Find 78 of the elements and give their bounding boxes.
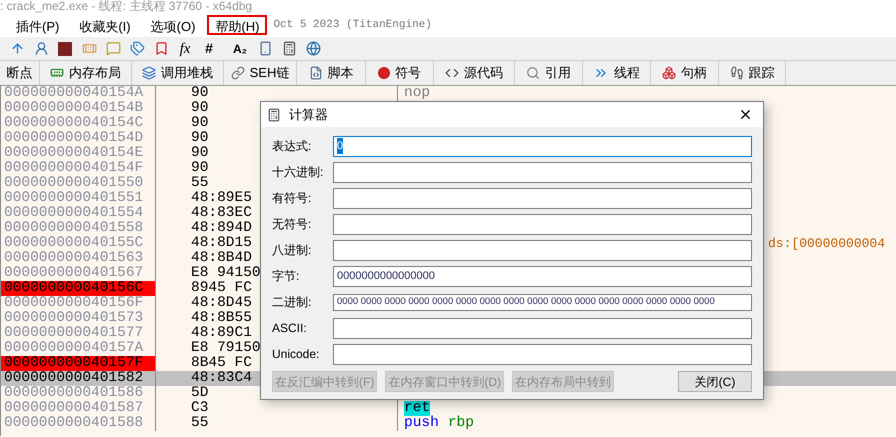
address-cell: 0000000000401577: [1, 326, 156, 341]
calculator-icon: [282, 41, 296, 56]
tab[interactable]: SEH链: [224, 61, 297, 85]
address-cell: 000000000040154A: [1, 86, 156, 101]
build-info: Oct 5 2023 (TitanEngine): [273, 18, 432, 33]
menu-item[interactable]: 插件(P): [8, 15, 68, 35]
calculator-icon: [267, 108, 281, 122]
tab[interactable]: 脚本: [297, 61, 366, 85]
chain-icon: [230, 66, 245, 80]
address-cell: 000000000040156C: [1, 281, 156, 296]
address-cell: 0000000000401588: [1, 416, 156, 431]
input-field[interactable]: 0000000000000000: [333, 266, 752, 286]
layers-icon: [142, 66, 156, 80]
phone-icon: [258, 41, 272, 56]
tab[interactable]: 内存布局: [40, 61, 132, 85]
address-cell: 0000000000401582: [1, 371, 156, 386]
address-cell: 000000000040154C: [1, 116, 156, 131]
address-cell: 000000000040155C: [1, 236, 156, 251]
input-field[interactable]: [333, 318, 752, 338]
script-document-icon: [308, 66, 322, 80]
square-icon: [58, 42, 72, 56]
tab[interactable]: 引用: [515, 61, 583, 85]
address-cell: 0000000000401550: [1, 176, 156, 191]
input-field[interactable]: [333, 240, 752, 260]
instruction-text: push: [404, 416, 439, 431]
blocks-icon: [662, 66, 676, 80]
search-icon: [526, 66, 540, 80]
address-cell: 000000000040156F: [1, 296, 156, 311]
instruction-text: ds:[00000000004: [768, 236, 886, 251]
dialog-button[interactable]: 关闭(C): [678, 371, 752, 392]
window-title: : crack_me2.exe - 线程: 主线程 37760 - x64dbg: [0, 0, 254, 13]
bookmark-icon: [154, 41, 168, 56]
address-cell: 0000000000401554: [1, 206, 156, 221]
input-field[interactable]: [333, 188, 752, 208]
input-field[interactable]: 0: [333, 136, 752, 156]
memory-chip-icon: [50, 66, 64, 80]
field-label: 有符号:: [272, 190, 312, 207]
input-field[interactable]: [333, 214, 752, 234]
person-icon: [34, 41, 48, 56]
tab[interactable]: 断点: [0, 61, 40, 85]
bytes-cell: 55: [156, 416, 398, 431]
tab[interactable]: 句柄: [651, 61, 719, 85]
font-button[interactable]: A₂: [228, 38, 252, 60]
address-cell: 0000000000401586: [1, 386, 156, 401]
address-cell: 000000000040154E: [1, 146, 156, 161]
hash-button[interactable]: #: [198, 38, 220, 60]
address-cell: 000000000040154D: [1, 131, 156, 146]
bytes-cell: C3: [156, 401, 398, 416]
address-cell: 0000000000401573: [1, 311, 156, 326]
tab[interactable]: 符号: [366, 61, 434, 85]
menu-item[interactable]: 收藏夹(I): [71, 15, 139, 35]
code-brackets-icon: [445, 66, 459, 80]
instruction-text: ret: [404, 401, 430, 416]
function-button[interactable]: fx: [174, 38, 196, 60]
address-cell: 0000000000401587: [1, 401, 156, 416]
address-cell: 000000000040154B: [1, 101, 156, 116]
tab[interactable]: 调用堆栈: [132, 61, 224, 85]
footprints-icon: [730, 66, 744, 80]
input-field[interactable]: 0000 0000 0000 0000 0000 0000 0000 0000 0000 0000 0000 0000 0000 0000 0000 0000: [333, 294, 752, 310]
instruction-text: nop: [404, 86, 430, 101]
address-cell: 000000000040157F: [1, 356, 156, 371]
address-cell: 000000000040154F: [1, 161, 156, 176]
instruction-text: rbp: [448, 416, 474, 431]
speech-bubble-icon: [106, 41, 120, 56]
menu-item[interactable]: 选项(O): [142, 15, 204, 35]
tab[interactable]: 跟踪: [719, 61, 786, 85]
menu-item[interactable]: 帮助(H): [207, 15, 268, 35]
input-field[interactable]: [333, 162, 752, 182]
globe-icon: [306, 41, 320, 56]
tags-icon: [130, 41, 144, 56]
tab[interactable]: 线程: [583, 61, 651, 85]
tab[interactable]: 源代码: [434, 61, 515, 85]
input-field[interactable]: [333, 344, 752, 364]
address-cell: 0000000000401563: [1, 251, 156, 266]
field-label: 二进制:: [272, 294, 312, 311]
address-cell: 0000000000401551: [1, 191, 156, 206]
bandage-icon: [82, 41, 96, 56]
address-cell: 0000000000401558: [1, 221, 156, 236]
